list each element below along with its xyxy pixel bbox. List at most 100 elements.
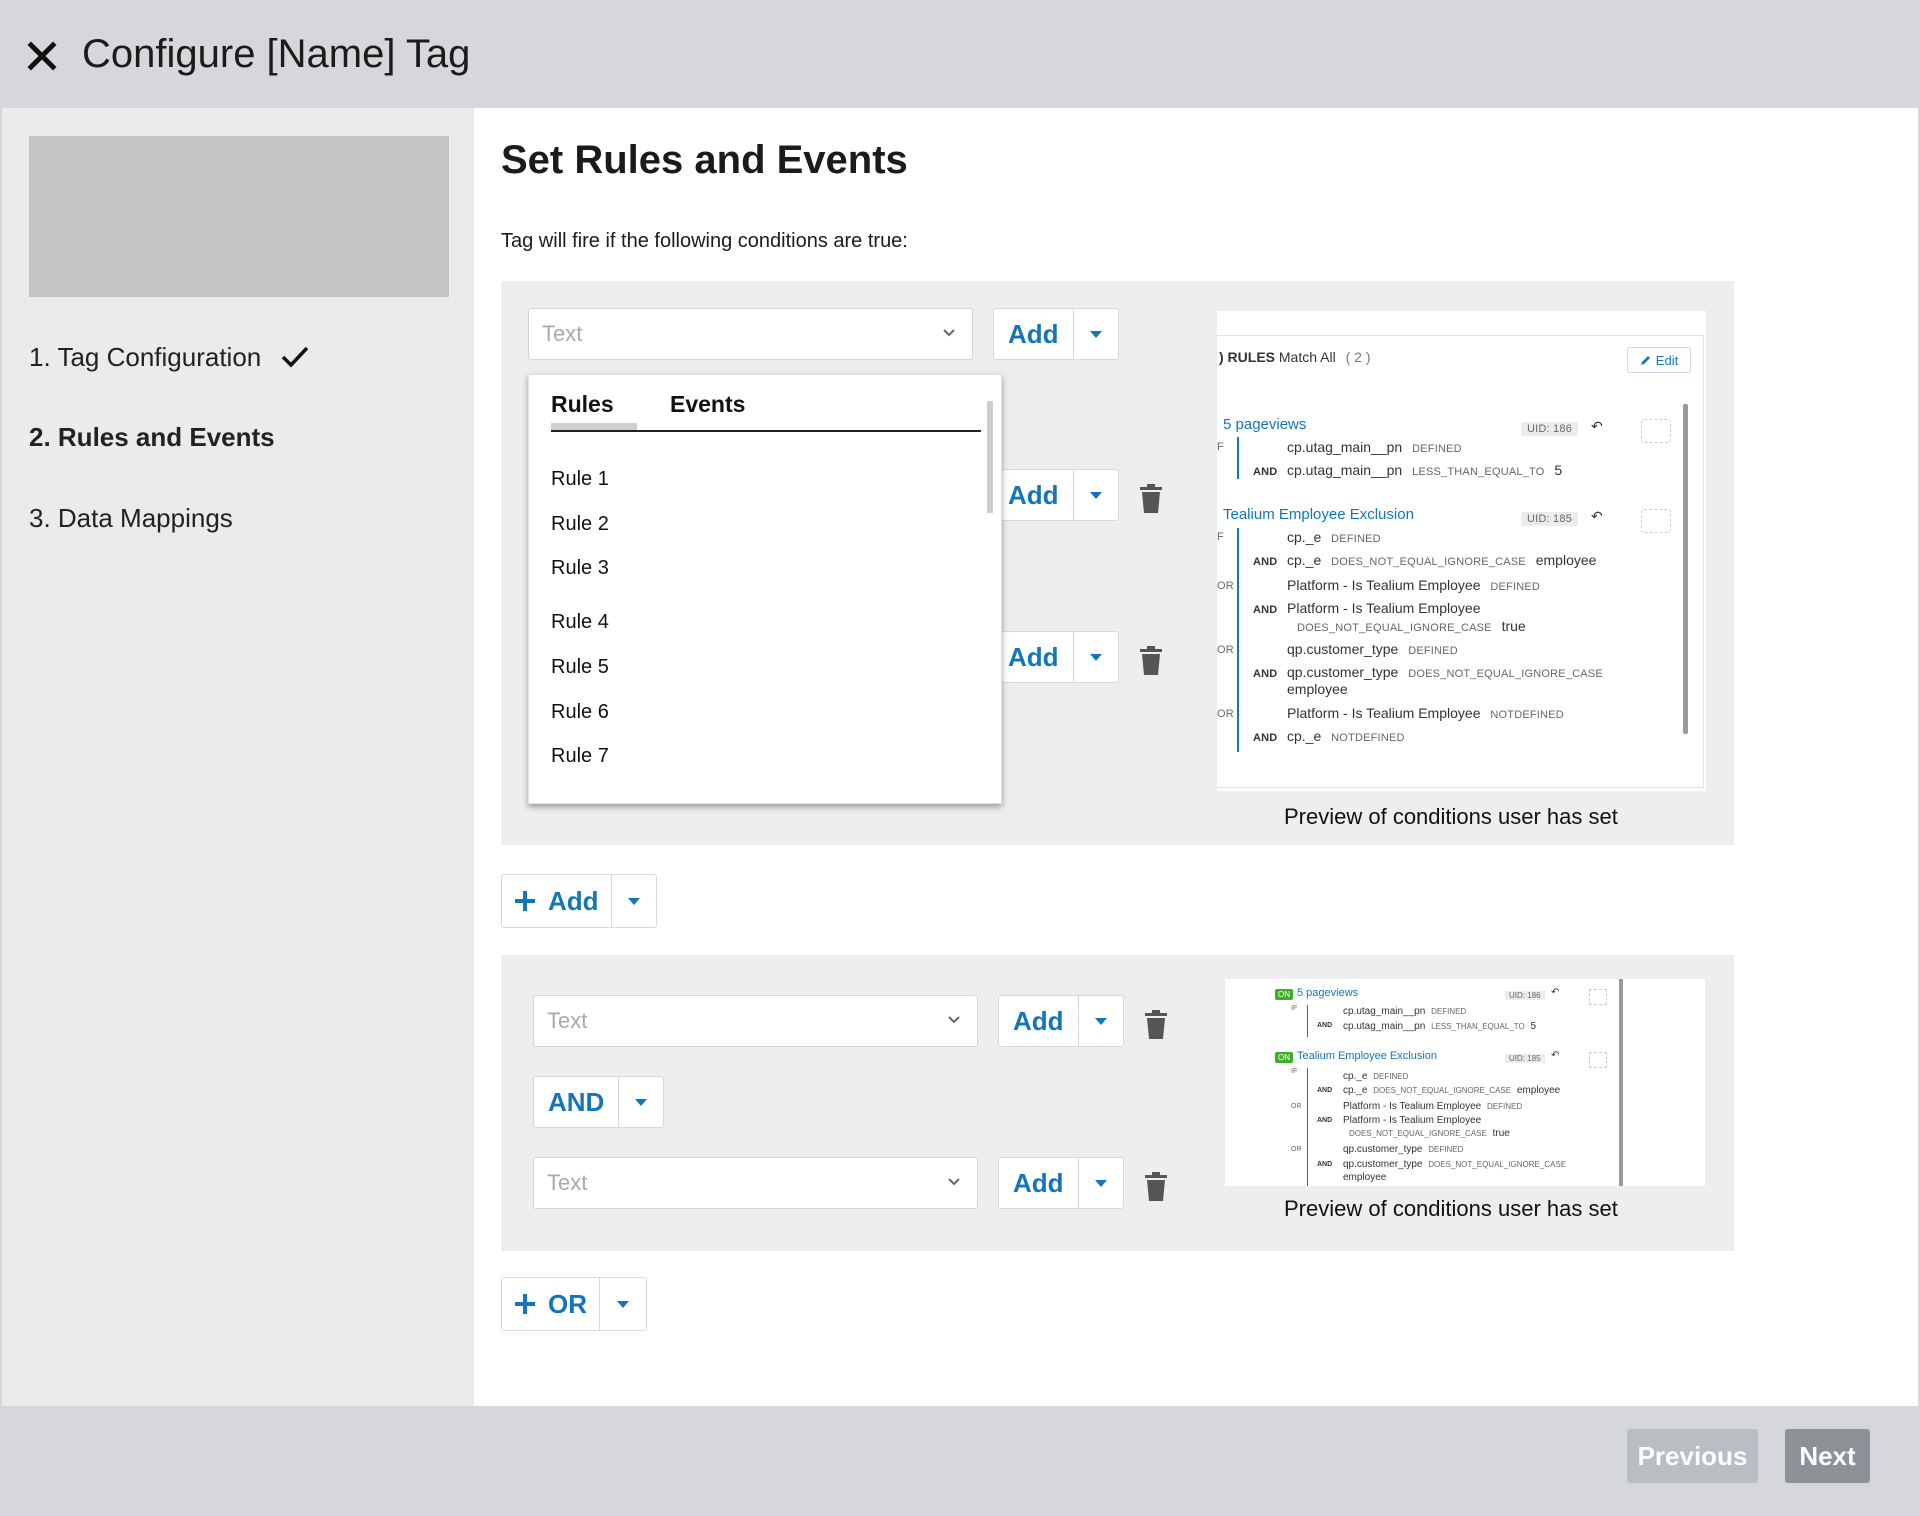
preview-edit-button[interactable]: Edit [1627,347,1691,373]
rule-option-2[interactable]: Rule 2 [551,513,609,536]
close-icon[interactable] [24,38,60,74]
if-label: F [1217,531,1224,543]
wrench-icon[interactable] [1589,1052,1607,1068]
condition-var: cp.utag_main__pn [1343,1021,1426,1032]
add-group-split-button[interactable]: Add [501,874,657,928]
or-split-button[interactable]: OR [501,1277,647,1331]
add-group-button[interactable]: Add [502,875,611,927]
trash-icon[interactable] [1139,646,1163,676]
conditions-preview-2: ON 5 pageviews UID: 186 ↶ IF cp.utag_mai… [1225,979,1705,1186]
preview-scrollbar[interactable] [1683,404,1688,734]
condition-var: Platform - Is Tealium Employee [1287,600,1481,616]
add-split-button-1[interactable]: Add [993,308,1119,360]
trash-icon[interactable] [1139,484,1163,514]
preview-scrollbar[interactable] [1619,979,1623,1186]
next-button[interactable]: Next [1785,1429,1870,1483]
preview-uid: UID: 186 [1505,991,1545,1000]
add-button[interactable]: Add [999,1158,1078,1208]
chevron-down-icon [948,1178,960,1186]
rule-option-5[interactable]: Rule 5 [551,656,609,679]
caret-down-icon[interactable] [1079,1158,1123,1208]
condition-var: qp.customer_type [1287,664,1399,680]
select-placeholder: Text [547,1008,588,1033]
undo-icon[interactable]: ↶ [1551,987,1559,998]
or-label: OR [548,1288,587,1319]
condition-op: DEFINED [1431,1007,1467,1016]
popup-scrollbar[interactable] [987,401,993,513]
tab-rules[interactable]: Rules [551,391,614,418]
rule-select-1[interactable]: Text [528,308,973,360]
preview-uid: UID: 186 [1521,422,1579,436]
add-split-button-3[interactable]: Add [993,631,1119,683]
preview-rule-title: 5 pageviews [1297,987,1359,999]
chevron-down-icon [948,1016,960,1024]
condition-op: DOES_NOT_EQUAL_IGNORE_CASE [1349,1129,1487,1138]
rule-option-6[interactable]: Rule 6 [551,701,609,724]
tab-divider [551,430,981,432]
preview-rule-title: Tealium Employee Exclusion [1223,506,1414,523]
previous-button[interactable]: Previous [1627,1429,1758,1483]
caret-down-icon[interactable] [1074,632,1118,682]
add-button[interactable]: Add [994,470,1073,520]
and-button[interactable]: AND [534,1077,618,1127]
add-button[interactable]: Add [994,309,1073,359]
if-label: F [1217,441,1224,453]
rule-option-3[interactable]: Rule 3 [551,557,609,580]
step-label: 1. Tag Configuration [29,342,262,372]
preview-uid: UID: 185 [1505,1054,1545,1063]
caret-down-icon[interactable] [619,1077,663,1127]
caret-down-icon[interactable] [600,1278,646,1330]
sidebar-step-tag-configuration[interactable]: 1. Tag Configuration [29,340,309,374]
condition-var: cp._e [1287,529,1322,545]
preview-rules-header: ) RULES [1219,349,1275,365]
caret-down-icon[interactable] [1079,996,1123,1046]
caret-down-icon[interactable] [1074,309,1118,359]
and-label: AND [1317,1161,1333,1168]
caret-down-icon[interactable] [612,875,656,927]
on-badge: ON [1275,1052,1293,1063]
trash-icon[interactable] [1144,1010,1168,1040]
condition-op: NOTDEFINED [1331,732,1405,744]
condition-op: DEFINED [1331,533,1381,545]
page-header-title: Configure [Name] Tag [82,32,471,76]
add-button[interactable]: Add [994,632,1073,682]
rule-option-1[interactable]: Rule 1 [551,468,609,491]
sidebar-step-data-mappings[interactable]: 3. Data Mappings [29,501,233,535]
add-button[interactable]: Add [999,996,1078,1046]
undo-icon[interactable]: ↶ [1551,1050,1559,1061]
rule-option-4[interactable]: Rule 4 [551,611,609,634]
preview-rule-title: 5 pageviews [1223,416,1307,433]
if-label: IF [1291,1068,1298,1075]
sidebar-step-rules-and-events[interactable]: 2. Rules and Events [29,420,275,454]
add-group-label: Add [548,885,599,916]
active-tab-indicator [551,423,637,430]
header: Configure [Name] Tag [0,0,1920,108]
wrench-icon[interactable] [1641,419,1671,443]
wrench-icon[interactable] [1641,509,1671,533]
condition-var: cp._e [1287,552,1322,568]
add-split-button-5[interactable]: Add [998,1157,1124,1209]
and-label: AND [1253,556,1278,568]
undo-icon[interactable]: ↶ [1591,418,1603,435]
tab-events[interactable]: Events [670,391,745,418]
condition-value: employee [1343,1172,1387,1183]
tag-logo-placeholder [29,136,449,297]
wrench-icon[interactable] [1589,989,1607,1005]
if-label: IF [1291,1005,1298,1012]
or-label: OR [1217,580,1234,592]
rule-option-7[interactable]: Rule 7 [551,745,609,768]
and-label: AND [1253,604,1278,616]
condition-var: Platform - Is Tealium Employee [1343,1115,1482,1126]
and-split-button[interactable]: AND [533,1076,665,1128]
preview-caption: Preview of conditions user has set [1284,1196,1618,1221]
or-button[interactable]: OR [502,1278,599,1330]
section-subtitle: Tag will fire if the following condition… [501,230,908,252]
caret-down-icon[interactable] [1074,470,1118,520]
add-split-button-4[interactable]: Add [998,995,1124,1047]
undo-icon[interactable]: ↶ [1591,508,1603,525]
rule-select-3[interactable]: Text [533,995,978,1047]
add-split-button-2[interactable]: Add [993,469,1119,521]
and-label: AND [1253,668,1278,680]
trash-icon[interactable] [1144,1172,1168,1202]
rule-select-4[interactable]: Text [533,1157,978,1209]
